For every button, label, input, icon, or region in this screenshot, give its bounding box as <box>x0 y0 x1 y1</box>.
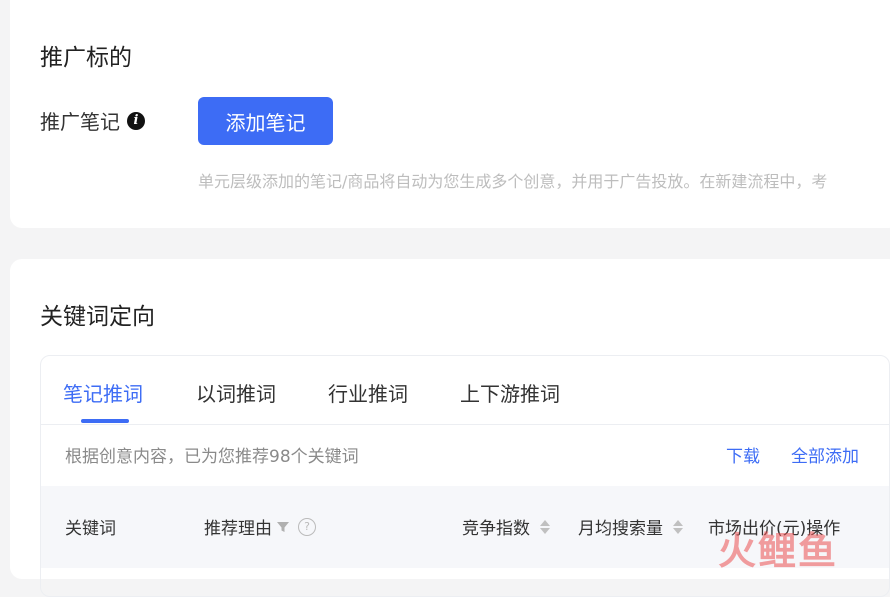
watermark-logo: 火鲤鱼 <box>718 529 839 573</box>
recommend-summary: 根据创意内容，已为您推荐98个关键词 <box>65 447 359 467</box>
column-competition[interactable]: 竞争指数 <box>462 514 550 539</box>
download-link[interactable]: 下载 <box>726 442 760 467</box>
note-hint-text: 单元层级添加的笔记/商品将自动为您生成多个创意，并用于广告投放。在新建流程中，考 <box>198 172 828 191</box>
note-field-label: 推广笔记 i <box>40 106 145 135</box>
column-keyword: 关键词 <box>65 514 116 539</box>
promo-target-title: 推广标的 <box>40 45 132 71</box>
sort-icon[interactable] <box>673 519 683 534</box>
add-note-button[interactable]: 添加笔记 <box>198 97 333 145</box>
column-keyword-label: 关键词 <box>65 519 116 539</box>
column-competition-label: 竞争指数 <box>462 519 530 539</box>
add-all-link[interactable]: 全部添加 <box>791 442 859 467</box>
tab-keyword-keywords[interactable]: 以词推词 <box>196 378 276 407</box>
keyword-targeting-title: 关键词定向 <box>40 304 155 330</box>
help-icon[interactable]: ? <box>298 517 316 536</box>
column-reason: 推荐理由 ? <box>204 514 316 539</box>
filter-icon[interactable] <box>276 520 290 534</box>
info-icon[interactable]: i <box>127 111 145 130</box>
keyword-tabs: 笔记推词 以词推词 行业推词 上下游推词 <box>41 356 889 425</box>
tab-upstream-downstream-keywords[interactable]: 上下游推词 <box>460 378 560 407</box>
active-tab-indicator <box>81 419 129 423</box>
tab-industry-keywords[interactable]: 行业推词 <box>328 378 408 407</box>
tab-note-keywords[interactable]: 笔记推词 <box>63 378 143 407</box>
column-reason-label: 推荐理由 <box>204 519 272 539</box>
promo-target-card: 推广标的 推广笔记 i 添加笔记 单元层级添加的笔记/商品将自动为您生成多个创意… <box>10 0 890 228</box>
column-monthly-search-label: 月均搜索量 <box>578 519 663 539</box>
note-label-text: 推广笔记 <box>40 110 120 134</box>
sort-icon[interactable] <box>540 519 550 534</box>
column-monthly-search[interactable]: 月均搜索量 <box>578 514 683 539</box>
